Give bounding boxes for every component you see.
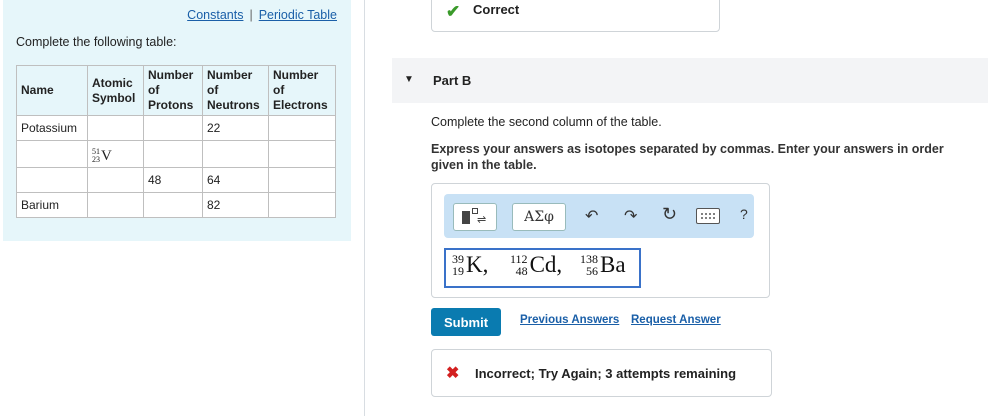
collapse-triangle-icon[interactable]: ▼ xyxy=(404,74,414,85)
reset-icon[interactable]: ↻ xyxy=(662,204,677,225)
incorrect-icon: ✖ xyxy=(446,365,460,382)
table-row: 48 64 xyxy=(16,166,336,193)
header-symbol: Atomic Symbol xyxy=(87,65,144,116)
cell-protons xyxy=(143,191,203,218)
feedback-message: ✖ Incorrect; Try Again; 3 attempts remai… xyxy=(431,349,772,397)
previous-part-result: ✔ Correct xyxy=(431,0,720,32)
header-name: Name xyxy=(16,65,88,116)
cell-neutrons: 64 xyxy=(202,166,269,193)
header-neutrons-line: Number xyxy=(207,68,253,82)
undo-icon[interactable]: ↶ xyxy=(585,206,598,226)
answer-isotope: 39 19 K, xyxy=(452,252,488,278)
answer-isotope: 138 56 Ba xyxy=(580,252,626,278)
cell-symbol: 51 23 V xyxy=(87,140,144,168)
table-row: 51 23 V xyxy=(16,140,336,168)
problem-panel: Constants | Periodic Table Complete the fo… xyxy=(3,0,351,241)
request-answer-link[interactable]: Request Answer xyxy=(631,314,721,326)
element-symbol: V xyxy=(101,147,112,164)
answer-input[interactable]: 39 19 K, 112 48 Cd, 138 56 Ba xyxy=(444,248,641,288)
header-electrons-line: Number xyxy=(273,68,319,82)
atomic-number: 56 xyxy=(586,264,598,278)
table-header-row: Name Atomic Symbol Number of Protons Num… xyxy=(16,65,336,116)
answer-editor: ⇌ ΑΣφ ↶ ↷ ↻ ? 39 19 K, 112 48 Cd, 138 56 xyxy=(431,183,770,298)
isotope-table: Name Atomic Symbol Number of Protons Num… xyxy=(16,65,336,218)
question-text: Complete the second column of the table. xyxy=(431,115,662,129)
cell-protons: 48 xyxy=(143,166,203,193)
redo-icon[interactable]: ↷ xyxy=(624,206,637,226)
element-symbol: K xyxy=(466,252,483,277)
cell-name xyxy=(16,166,88,193)
template-arrows-icon: ⇌ xyxy=(477,214,487,226)
header-symbol-line: Symbol xyxy=(92,90,136,105)
header-symbol-line: Atomic xyxy=(92,75,133,90)
greek-symbols-button[interactable]: ΑΣφ xyxy=(512,203,566,231)
templates-button[interactable]: ⇌ xyxy=(453,203,497,231)
header-protons: Number of Protons xyxy=(143,65,203,116)
cell-protons xyxy=(143,140,203,168)
keyboard-icon[interactable] xyxy=(696,208,720,224)
cell-name: Potassium xyxy=(16,115,88,141)
answer-isotope: 112 48 Cd, xyxy=(510,252,562,278)
header-protons-line: Protons xyxy=(148,98,194,112)
header-electrons-line: Electrons xyxy=(273,98,328,112)
panel-divider xyxy=(364,0,365,416)
cell-electrons xyxy=(268,166,336,193)
template-block-icon xyxy=(462,211,470,224)
header-neutrons: Number of Neutrons xyxy=(202,65,269,116)
element-symbol: Cd xyxy=(529,252,557,277)
cell-symbol xyxy=(87,191,144,218)
previous-answers-link[interactable]: Previous Answers xyxy=(520,314,619,326)
cell-neutrons: 22 xyxy=(202,115,269,141)
table-row: Barium 82 xyxy=(16,191,336,218)
header-electrons-line: of xyxy=(273,83,285,97)
table-instruction: Complete the following table: xyxy=(16,35,177,49)
element-symbol: Ba xyxy=(600,252,626,277)
math-toolbar: ⇌ ΑΣφ ↶ ↷ ↻ ? xyxy=(444,194,754,238)
link-separator: | xyxy=(249,8,253,22)
header-protons-line: of xyxy=(148,83,160,97)
table-row: Potassium 22 xyxy=(16,115,336,141)
feedback-text: Incorrect; Try Again; 3 attempts remaini… xyxy=(475,366,737,381)
cell-electrons xyxy=(268,191,336,218)
answer-separator: , xyxy=(556,252,563,277)
cell-electrons xyxy=(268,115,336,141)
constants-link[interactable]: Constants xyxy=(187,8,243,22)
cell-protons xyxy=(143,115,203,141)
isotope-symbol: 51 23 V xyxy=(92,148,112,165)
cell-neutrons: 82 xyxy=(202,191,269,218)
submit-button[interactable]: Submit xyxy=(431,308,501,336)
cell-symbol xyxy=(87,115,144,141)
help-button[interactable]: ? xyxy=(740,206,748,222)
resource-links: Constants | Periodic Table xyxy=(187,8,337,22)
answer-separator: , xyxy=(482,252,489,277)
atomic-number: 23 xyxy=(92,155,100,164)
result-status: Correct xyxy=(473,2,520,17)
header-neutrons-line: Neutrons xyxy=(207,98,260,112)
cell-name: Barium xyxy=(16,191,88,218)
header-protons-line: Number xyxy=(148,68,194,82)
cell-electrons xyxy=(268,140,336,168)
part-title: Part B xyxy=(433,73,472,88)
atomic-number: 48 xyxy=(515,264,528,278)
cell-name xyxy=(16,140,88,168)
answer-instructions: Express your answers as isotopes separat… xyxy=(431,142,944,172)
periodic-table-link[interactable]: Periodic Table xyxy=(259,8,337,22)
cell-neutrons xyxy=(202,140,269,168)
atomic-number: 19 xyxy=(452,264,464,278)
part-b-header[interactable]: ▼ Part B xyxy=(392,58,988,103)
cell-symbol xyxy=(87,166,144,193)
header-neutrons-line: of xyxy=(207,83,219,97)
header-electrons: Number of Electrons xyxy=(268,65,336,116)
check-icon: ✔ xyxy=(446,2,461,21)
